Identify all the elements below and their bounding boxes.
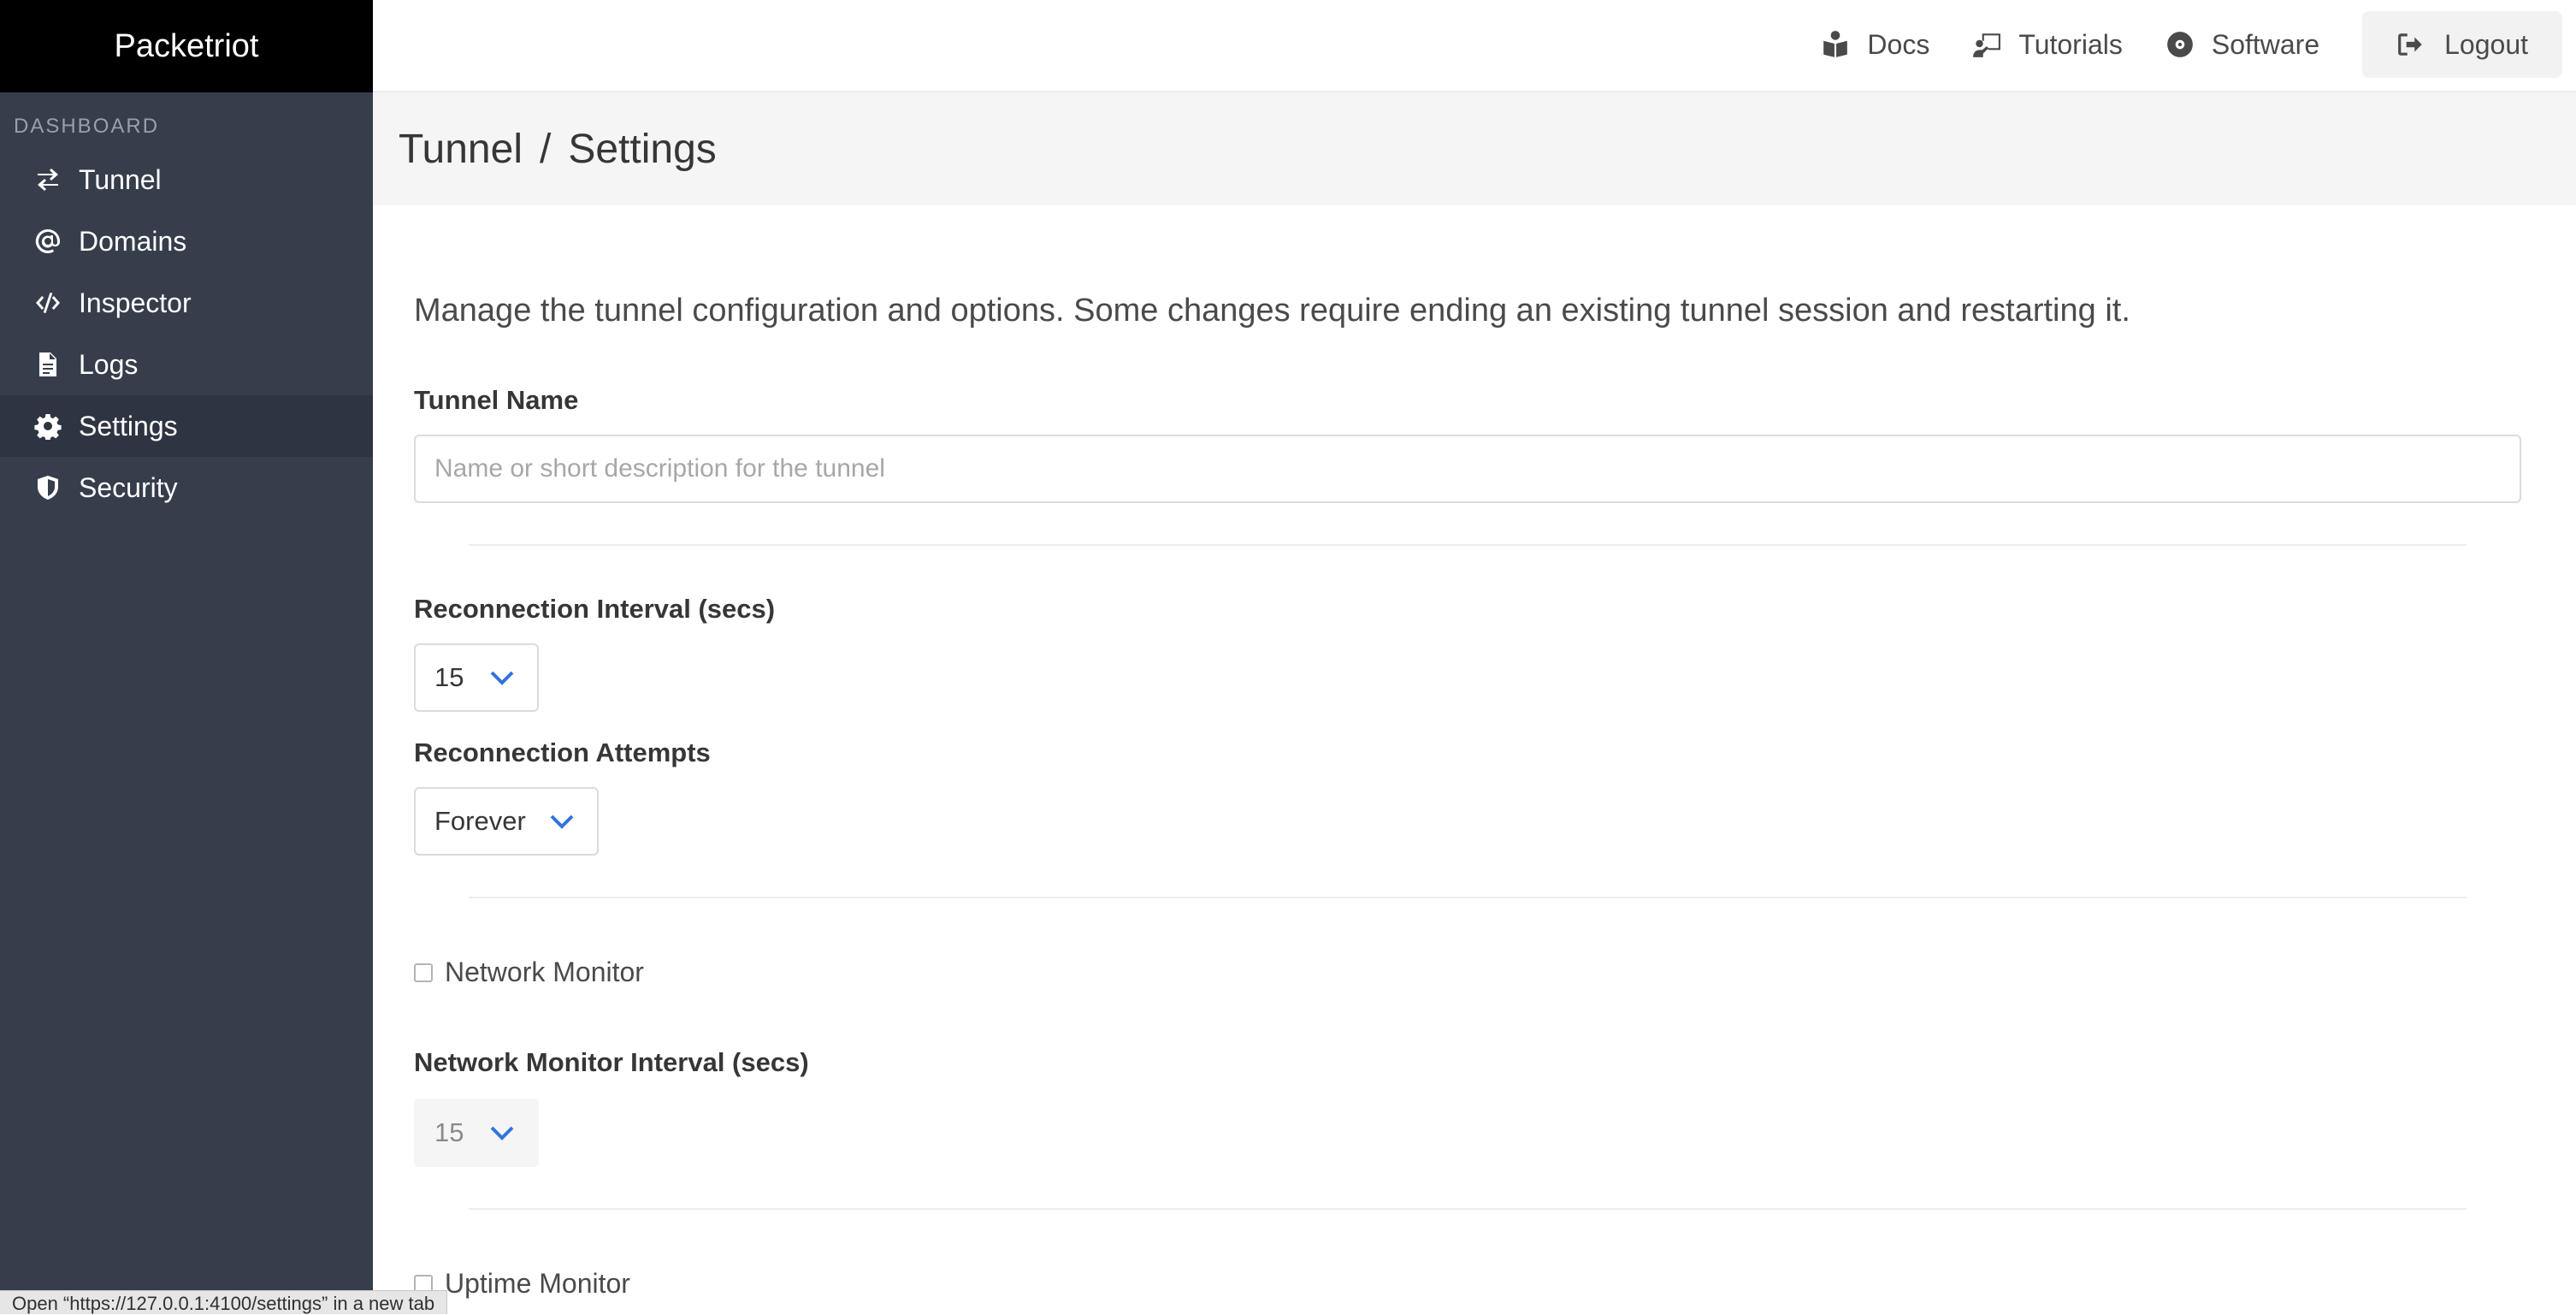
sidebar: Packetriot DASHBOARD Tunnel Domains Insp… (0, 0, 373, 1314)
exchange-icon (38, 169, 58, 191)
at-icon (35, 228, 60, 253)
reconnection-attempts-select[interactable]: Forever (414, 787, 599, 856)
breadcrumb-separator: / (539, 126, 552, 172)
chalkboard-teacher-icon (1973, 33, 2001, 57)
breadcrumb-current: Settings (568, 126, 717, 172)
tunnel-name-input[interactable] (414, 435, 2521, 503)
breadcrumb-parent[interactable]: Tunnel (399, 126, 523, 173)
reconnection-interval-value: 15 (434, 662, 464, 692)
network-monitor-interval-select[interactable]: 15 (414, 1099, 539, 1167)
sidebar-item-label: Settings (79, 410, 178, 441)
divider (469, 544, 2467, 546)
sidebar-item-label: Inspector (79, 287, 192, 318)
sidebar-item-settings[interactable]: Settings (0, 395, 373, 457)
tunnel-name-label: Tunnel Name (414, 385, 579, 415)
sign-out-icon (2398, 33, 2422, 56)
chevron-down-icon (490, 1126, 514, 1140)
shield-icon (38, 476, 58, 500)
uptime-monitor-label: Uptime Monitor (445, 1268, 630, 1299)
reconnection-attempts-label: Reconnection Attempts (414, 737, 711, 767)
sidebar-item-inspector[interactable]: Inspector (0, 272, 373, 334)
book-reader-icon (1823, 31, 1848, 57)
file-icon (39, 352, 56, 376)
page-description: Manage the tunnel configuration and opti… (414, 293, 2130, 329)
software-label: Software (2211, 28, 2320, 60)
network-monitor-label: Network Monitor (445, 957, 644, 987)
reconnection-attempts-value: Forever (434, 806, 526, 836)
chevron-down-icon (550, 814, 574, 829)
sidebar-section-label: DASHBOARD (14, 115, 160, 138)
sidebar-item-label: Security (79, 471, 178, 503)
brand-logo[interactable]: Packetriot (0, 0, 373, 92)
logout-button[interactable]: Logout (2362, 11, 2562, 78)
code-icon (36, 293, 60, 313)
link-status-tooltip: Open “https://127.0.0.1:4100/settings” i… (0, 1290, 448, 1314)
reconnection-interval-label: Reconnection Interval (secs) (414, 594, 776, 624)
network-monitor-option[interactable]: Network Monitor (414, 957, 644, 988)
network-monitor-interval-label: Network Monitor Interval (secs) (414, 1047, 809, 1077)
divider (469, 1208, 2467, 1210)
network-monitor-checkbox[interactable] (414, 963, 433, 982)
sidebar-item-label: Tunnel (79, 163, 162, 195)
software-link[interactable]: Software (2165, 29, 2319, 61)
tutorials-label: Tutorials (2018, 28, 2123, 60)
sidebar-item-domains[interactable]: Domains (0, 210, 373, 272)
divider (469, 897, 2467, 898)
reconnection-interval-select[interactable]: 15 (414, 643, 539, 712)
tutorials-link[interactable]: Tutorials (1972, 29, 2123, 61)
network-monitor-interval-value: 15 (434, 1117, 464, 1147)
docs-link[interactable]: Docs (1821, 29, 1929, 61)
chevron-down-icon (490, 671, 514, 685)
sidebar-item-label: Logs (79, 348, 139, 380)
gear-icon (34, 414, 62, 440)
sidebar-item-tunnel[interactable]: Tunnel (0, 149, 373, 210)
top-navbar: Docs Tutorials Software Logout (373, 0, 2576, 92)
settings-panel: Manage the tunnel configuration and opti… (373, 205, 2576, 1314)
docs-label: Docs (1867, 28, 1930, 60)
sidebar-item-security[interactable]: Security (0, 457, 373, 518)
compact-disc-icon (2166, 32, 2193, 57)
sidebar-item-label: Domains (79, 225, 187, 257)
breadcrumb: Tunnel / Settings (373, 92, 2576, 205)
sidebar-item-logs[interactable]: Logs (0, 334, 373, 395)
logout-label: Logout (2444, 28, 2528, 60)
